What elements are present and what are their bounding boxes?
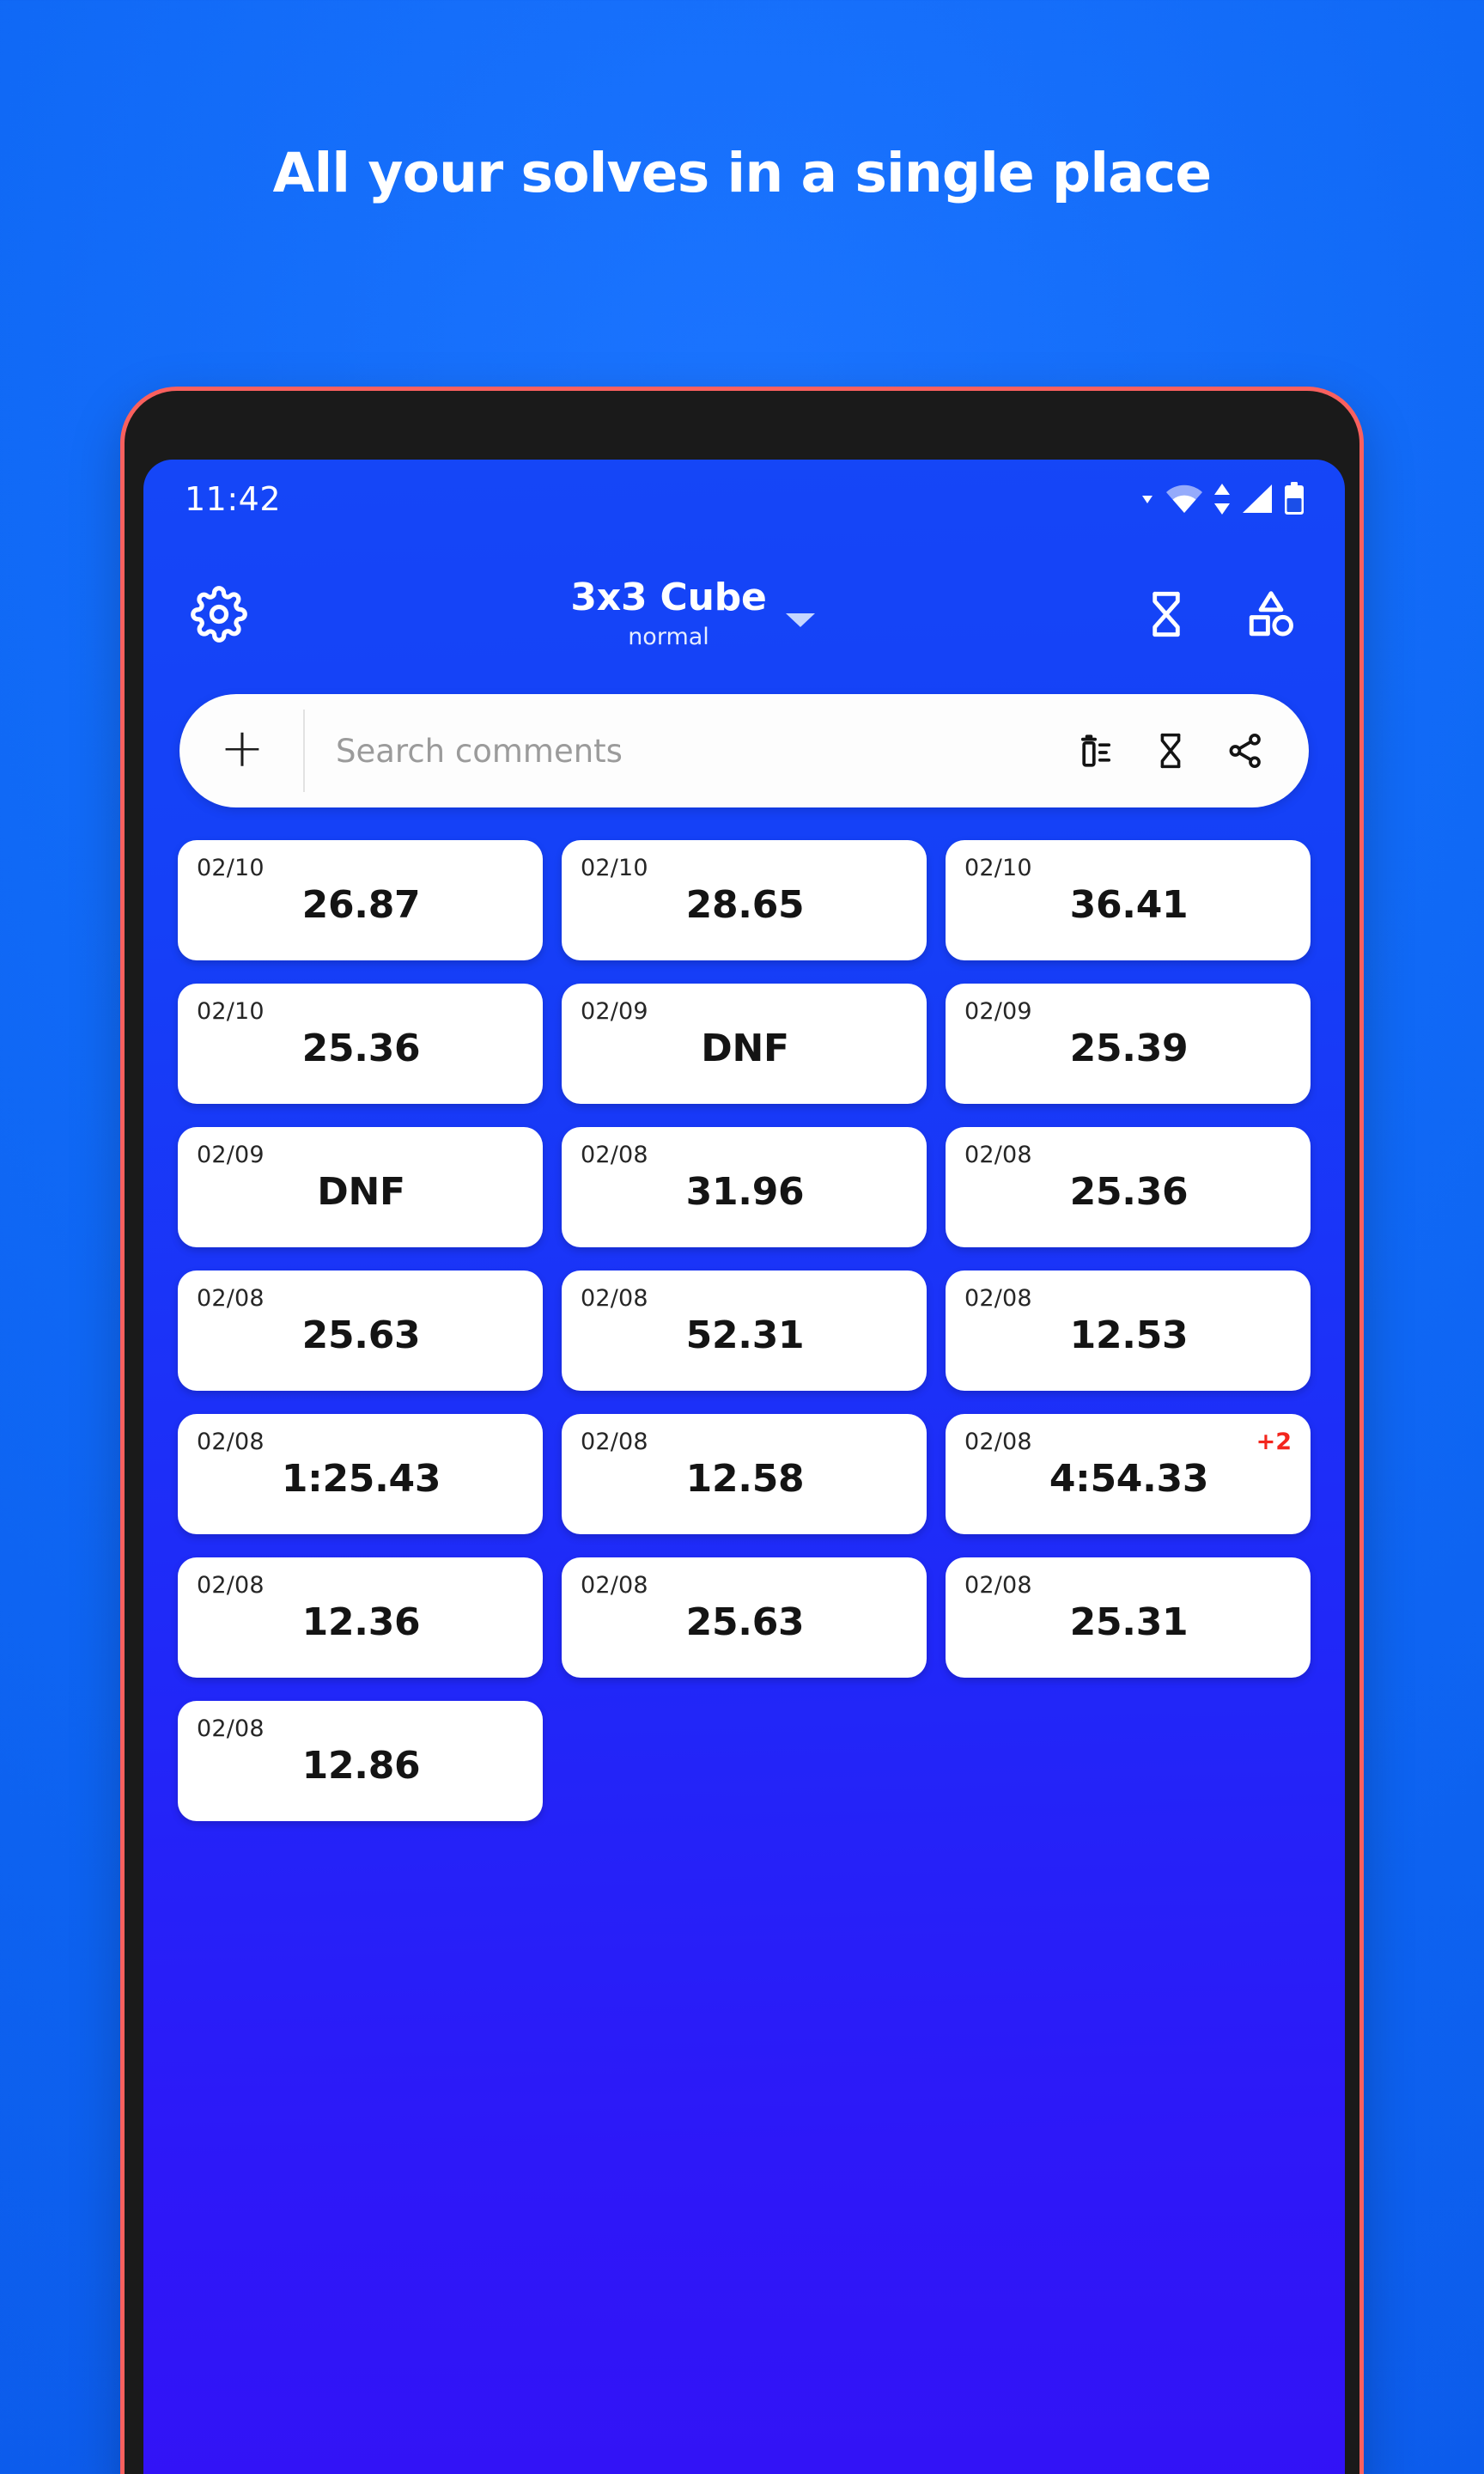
solve-date: 02/08 <box>197 1572 265 1599</box>
solve-time: 25.39 <box>1069 1027 1189 1070</box>
solve-card[interactable]: 02/08 12.58 <box>562 1414 927 1534</box>
search-actions <box>1075 730 1309 771</box>
solve-card[interactable]: 02/08 25.63 <box>562 1557 927 1678</box>
phone-screen: 11:42 3x3 Cube normal + Search comments … <box>143 460 1345 2474</box>
hourglass-icon[interactable] <box>1151 731 1190 771</box>
chevron-down-icon[interactable] <box>785 613 815 628</box>
solve-date: 02/08 <box>964 1142 1032 1168</box>
page-title: All your solves in a single place <box>272 142 1212 204</box>
solve-date: 02/09 <box>964 998 1032 1025</box>
share-icon[interactable] <box>1225 730 1266 771</box>
solve-time: 12.36 <box>301 1600 421 1644</box>
solve-date: 02/10 <box>197 998 265 1025</box>
gear-icon <box>191 585 247 643</box>
penalty-badge: +2 <box>1256 1429 1292 1455</box>
solve-time: 12.86 <box>301 1744 421 1788</box>
phone-mockup: 11:42 3x3 Cube normal + Search comments … <box>120 387 1364 2474</box>
solve-date: 02/08 <box>581 1285 648 1312</box>
solve-card[interactable]: 02/10 28.65 <box>562 840 927 960</box>
timer-button[interactable] <box>1127 575 1206 654</box>
solve-date: 02/08 <box>964 1285 1032 1312</box>
solve-card[interactable]: 02/08 12.36 <box>178 1557 543 1678</box>
search-bar-container: + <box>143 694 1345 807</box>
solve-time: 4:54.33 <box>1049 1457 1209 1501</box>
shapes-icon <box>1244 588 1298 641</box>
shapes-button[interactable] <box>1232 575 1311 654</box>
solve-card[interactable]: 02/08 12.53 <box>946 1271 1311 1391</box>
solve-date: 02/08 <box>197 1285 265 1312</box>
solve-date: 02/08 <box>197 1429 265 1455</box>
solve-date: 02/10 <box>581 855 648 881</box>
status-bar: 11:42 <box>143 460 1345 539</box>
solve-time: 25.63 <box>301 1313 421 1357</box>
solve-date: 02/10 <box>964 855 1032 881</box>
solve-card[interactable]: 02/09 25.39 <box>946 984 1311 1104</box>
app-bar-actions <box>1127 575 1311 654</box>
plus-icon: + <box>220 716 265 779</box>
solve-date: 02/08 <box>581 1142 648 1168</box>
solve-date: 02/08 <box>581 1429 648 1455</box>
solve-time: 25.36 <box>301 1027 421 1070</box>
status-icons <box>1139 482 1305 516</box>
solve-time: DNF <box>317 1170 405 1214</box>
solve-date: 02/09 <box>197 1142 265 1168</box>
app-bar: 3x3 Cube normal <box>143 539 1345 689</box>
status-time: 11:42 <box>185 480 282 518</box>
solve-date: 02/08 <box>964 1429 1032 1455</box>
solve-card[interactable]: 02/09 DNF <box>562 984 927 1104</box>
session-title: 3x3 Cube <box>570 575 767 619</box>
solve-time: 1:25.43 <box>281 1457 441 1501</box>
solve-time: 31.96 <box>685 1170 805 1214</box>
solve-card[interactable]: 02/10 26.87 <box>178 840 543 960</box>
solve-time: DNF <box>701 1027 789 1070</box>
solve-date: 02/10 <box>197 855 265 881</box>
solve-card[interactable]: 02/08 1:25.43 <box>178 1414 543 1534</box>
wifi-icon <box>1165 484 1203 515</box>
solve-card[interactable]: 02/08 31.96 <box>562 1127 927 1247</box>
solve-time: 25.63 <box>685 1600 805 1644</box>
solve-time: 12.58 <box>685 1457 805 1501</box>
solve-time: 28.65 <box>685 883 805 927</box>
solve-time: 52.31 <box>685 1313 805 1357</box>
signal-icon <box>1241 484 1274 515</box>
solve-card[interactable]: 02/10 25.36 <box>178 984 543 1104</box>
dropdown-triangle-icon <box>1139 491 1156 508</box>
data-transfer-icon <box>1213 483 1232 515</box>
solve-card[interactable]: 02/08 25.63 <box>178 1271 543 1391</box>
solve-date: 02/09 <box>581 998 648 1025</box>
solve-date: 02/08 <box>581 1572 648 1599</box>
solve-grid: 02/10 26.87 02/10 28.65 02/10 36.41 02/10 25.36… <box>143 840 1345 1821</box>
settings-button[interactable] <box>179 575 258 654</box>
add-solve-button[interactable]: + <box>179 694 305 807</box>
solve-date: 02/08 <box>964 1572 1032 1599</box>
solve-card[interactable]: 02/09 DNF <box>178 1127 543 1247</box>
solve-card[interactable]: 02/08 12.86 <box>178 1701 543 1821</box>
session-titles: 3x3 Cube normal <box>570 575 767 650</box>
solve-card[interactable]: 02/08 25.31 <box>946 1557 1311 1678</box>
solve-card[interactable]: 02/10 36.41 <box>946 840 1311 960</box>
solve-time: 25.31 <box>1069 1600 1189 1644</box>
battery-icon <box>1283 482 1305 516</box>
solve-time: 25.36 <box>1069 1170 1189 1214</box>
solve-time: 26.87 <box>301 883 421 927</box>
solve-card[interactable]: 02/08 25.36 <box>946 1127 1311 1247</box>
solve-time: 12.53 <box>1069 1313 1189 1357</box>
solve-card[interactable]: 02/08 +2 4:54.33 <box>946 1414 1311 1534</box>
search-bar: + <box>179 694 1309 807</box>
delete-list-icon[interactable] <box>1075 730 1116 771</box>
search-input[interactable] <box>305 732 1075 770</box>
session-selector[interactable]: 3x3 Cube normal <box>258 575 1127 650</box>
solve-time: 36.41 <box>1069 883 1189 927</box>
hourglass-icon <box>1141 589 1191 639</box>
session-subtitle: normal <box>628 623 709 650</box>
solve-date: 02/08 <box>197 1715 265 1742</box>
solve-card[interactable]: 02/08 52.31 <box>562 1271 927 1391</box>
